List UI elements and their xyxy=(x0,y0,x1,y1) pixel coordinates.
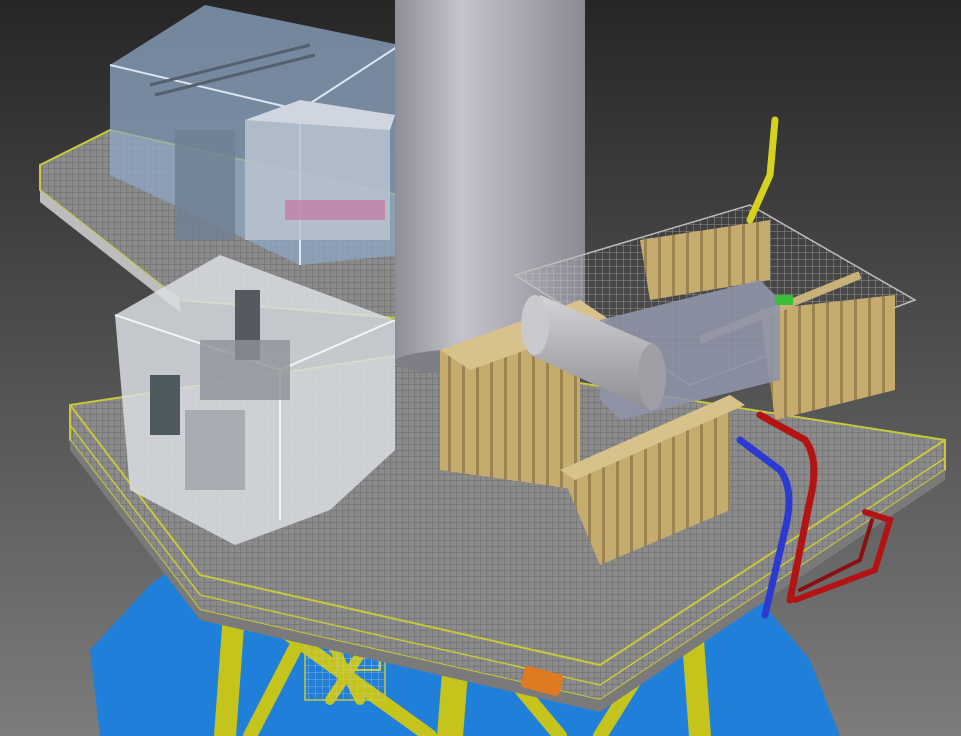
offshore-platform-render xyxy=(0,0,961,736)
green-marker xyxy=(775,295,793,305)
